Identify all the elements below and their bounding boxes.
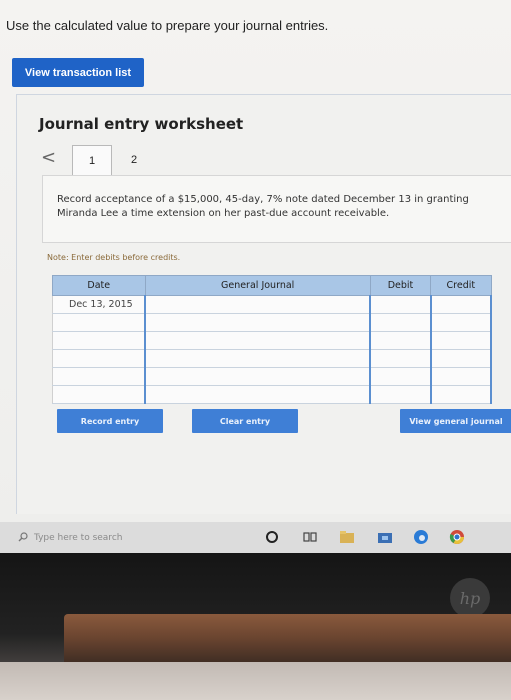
account-input[interactable] [144, 313, 372, 332]
account-input[interactable] [144, 385, 372, 404]
table-row [52, 313, 493, 332]
account-input[interactable] [144, 331, 372, 350]
table-row: Dec 13, 2015 [52, 295, 493, 314]
table-row [52, 385, 493, 404]
task-view-icon[interactable] [301, 528, 319, 546]
debit-input[interactable] [370, 331, 432, 350]
clear-entry-button[interactable]: Clear entry [192, 409, 298, 433]
credit-header: Credit [430, 275, 492, 296]
table-row [52, 349, 493, 368]
date-header: Date [52, 275, 146, 296]
tab-2[interactable]: 2 [114, 145, 154, 175]
tab-1[interactable]: 1 [72, 145, 112, 175]
credit-input[interactable] [430, 313, 493, 332]
debits-note: Note: Enter debits before credits. [47, 253, 181, 262]
edge-icon[interactable] [412, 528, 430, 546]
view-general-journal-button[interactable]: View general journal [400, 409, 511, 433]
previous-arrow-icon[interactable]: < [41, 147, 56, 168]
date-cell[interactable]: Dec 13, 2015 [52, 295, 146, 314]
debit-input[interactable] [370, 313, 432, 332]
record-entry-button[interactable]: Record entry [57, 409, 163, 433]
taskbar-search[interactable]: Type here to search [18, 528, 238, 548]
credit-input[interactable] [430, 349, 493, 368]
instruction-text: Use the calculated value to prepare your… [6, 18, 329, 33]
debit-input[interactable] [370, 295, 432, 314]
date-cell[interactable] [52, 313, 146, 332]
worksheet-title: Journal entry worksheet [39, 115, 244, 133]
laptop-hinge [64, 614, 511, 666]
table-row [52, 367, 493, 386]
date-cell[interactable] [52, 331, 146, 350]
file-explorer-icon[interactable] [338, 528, 356, 546]
table-header-row: Date General Journal Debit Credit [52, 275, 492, 296]
hp-logo-icon: hp [450, 578, 490, 618]
journal-entry-worksheet-panel: Journal entry worksheet < 1 2 Record acc… [16, 94, 511, 514]
date-cell[interactable] [52, 367, 146, 386]
general-journal-header: General Journal [144, 275, 371, 296]
store-icon[interactable] [376, 528, 394, 546]
taskbar: Type here to search [0, 522, 511, 553]
journal-table: Date General Journal Debit Credit Dec 13… [52, 275, 493, 404]
laptop-base [0, 662, 511, 700]
debit-header: Debit [369, 275, 432, 296]
debit-input[interactable] [370, 385, 432, 404]
cortana-icon[interactable] [263, 528, 281, 546]
chrome-icon[interactable] [448, 528, 466, 546]
date-cell[interactable] [52, 349, 146, 368]
account-input[interactable] [144, 349, 372, 368]
credit-input[interactable] [430, 367, 493, 386]
search-icon [18, 531, 28, 545]
debit-input[interactable] [370, 367, 432, 386]
table-row [52, 331, 493, 350]
date-cell[interactable] [52, 385, 146, 404]
question-box: Record acceptance of a $15,000, 45-day, … [42, 175, 511, 243]
account-input[interactable] [144, 295, 372, 314]
screen: Use the calculated value to prepare your… [0, 0, 511, 553]
account-input[interactable] [144, 367, 372, 386]
credit-input[interactable] [430, 295, 493, 314]
credit-input[interactable] [430, 331, 493, 350]
view-transaction-list-button[interactable]: View transaction list [12, 58, 144, 87]
question-text: Record acceptance of a $15,000, 45-day, … [57, 194, 469, 219]
search-placeholder: Type here to search [34, 533, 123, 543]
debit-input[interactable] [370, 349, 432, 368]
credit-input[interactable] [430, 385, 493, 404]
